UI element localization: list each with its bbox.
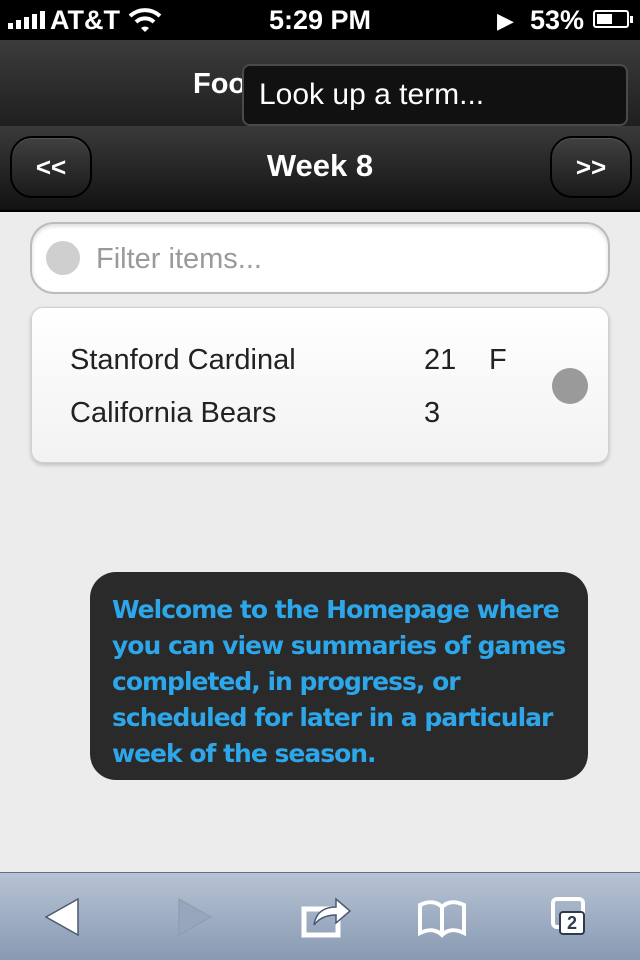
week-title: Week 8 [266, 148, 374, 183]
status-bar: AT&T 5:29 PM ▶ 53% [0, 0, 640, 40]
browser-toolbar: 2 [0, 872, 640, 960]
battery-icon [593, 10, 633, 28]
tabs-icon[interactable]: 2 [545, 891, 601, 943]
play-icon: ▶ [497, 8, 514, 33]
battery-percent: 53% [530, 5, 585, 35]
share-icon[interactable] [298, 891, 354, 943]
game-list-item[interactable]: Stanford Cardinal 21 F California Bears … [31, 307, 609, 463]
page-title: Foo [193, 68, 247, 100]
tabs-count: 2 [559, 911, 585, 935]
bookmarks-icon[interactable] [414, 891, 470, 943]
away-team-score: 3 [424, 397, 441, 429]
game-status: F [489, 344, 507, 376]
filter-input[interactable] [94, 234, 598, 284]
filter-bar [30, 222, 610, 294]
forward-icon[interactable] [165, 891, 221, 943]
next-week-button[interactable]: >> [550, 136, 632, 198]
home-team-name: Stanford Cardinal [70, 344, 296, 376]
screen: AT&T 5:29 PM ▶ 53% Foo Look up a term...… [0, 0, 640, 960]
search-icon [46, 241, 80, 275]
lookup-term-popover[interactable]: Look up a term... [242, 64, 628, 126]
help-tooltip: Welcome to the Homepage where you can vi… [90, 572, 588, 780]
week-navigation-bar: << Week 8 >> [0, 126, 640, 212]
disclosure-icon[interactable] [552, 368, 588, 404]
home-team-score: 21 [424, 344, 457, 376]
away-team-name: California Bears [70, 397, 277, 429]
back-icon[interactable] [36, 891, 92, 943]
